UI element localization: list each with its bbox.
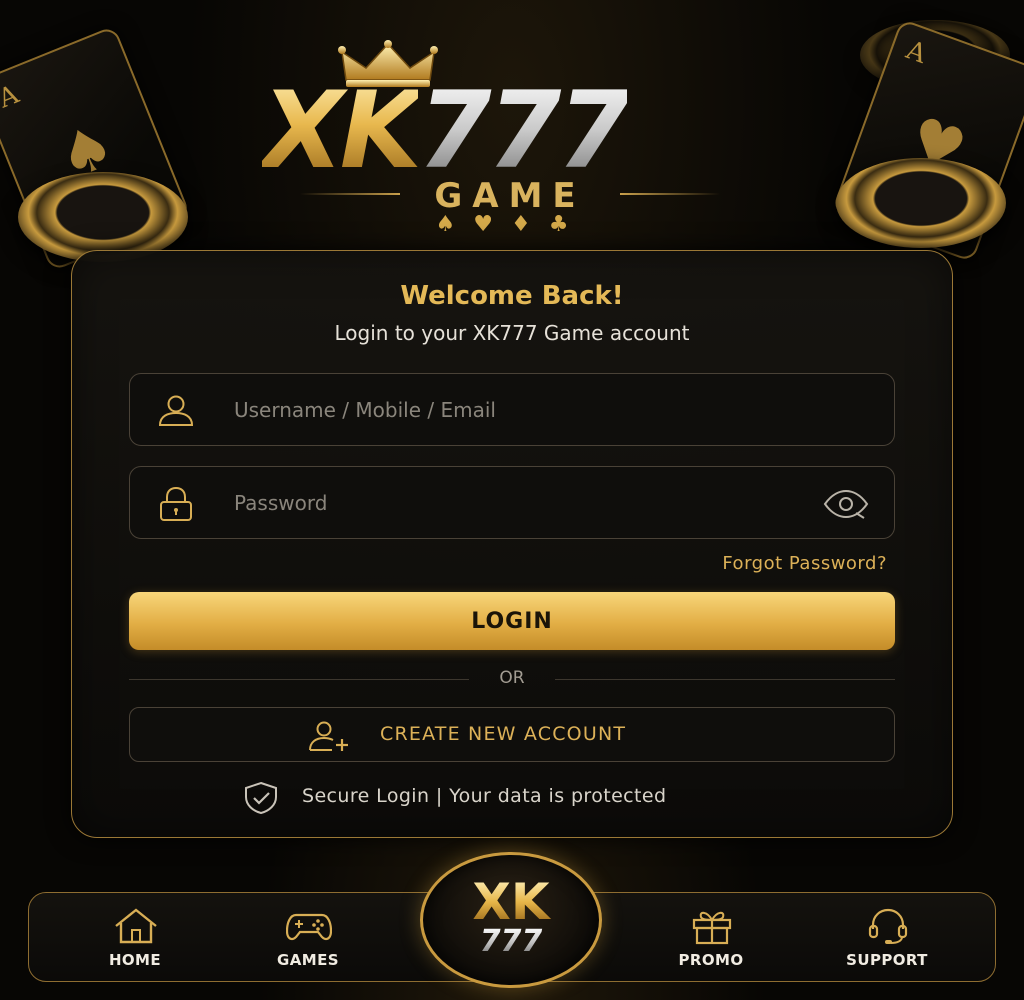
secure-login-text: Secure Login | Your data is protected — [302, 785, 667, 807]
login-button[interactable]: LOGIN — [129, 592, 895, 650]
or-label: OR — [499, 668, 525, 688]
lock-icon — [160, 487, 192, 521]
or-divider: OR — [129, 667, 895, 691]
create-account-button[interactable]: CREATE NEW ACCOUNT — [129, 707, 895, 762]
username-input[interactable] — [234, 398, 814, 422]
add-user-icon — [309, 721, 348, 751]
eye-slash-icon[interactable] — [822, 489, 870, 519]
nav-center-logo-button[interactable]: XK 777 — [420, 852, 602, 988]
headset-icon — [868, 908, 908, 944]
page-subtitle: Login to your XK777 Game account — [334, 321, 690, 345]
card-suits-icon: ♠♥♦♣ — [435, 212, 587, 237]
nav-label-games: GAMES — [277, 951, 339, 969]
user-icon — [158, 395, 194, 426]
nav-label-promo: PROMO — [678, 951, 744, 969]
secure-login-note: Secure Login | Your data is protected — [242, 781, 802, 815]
nav-item-promo[interactable]: PROMO — [651, 893, 771, 983]
username-field[interactable] — [129, 373, 895, 446]
password-input[interactable] — [234, 491, 814, 515]
logo-777: 777 — [417, 69, 631, 192]
gift-icon — [692, 911, 732, 945]
login-panel: Welcome Back! Login to your XK777 Game a… — [71, 250, 953, 838]
center-logo-xk: XK — [423, 877, 599, 927]
divider — [555, 679, 895, 680]
nav-item-games[interactable]: GAMES — [248, 893, 368, 983]
home-icon — [115, 908, 157, 944]
shield-check-icon — [245, 781, 277, 815]
nav-item-support[interactable]: SUPPORT — [827, 893, 947, 983]
forgot-password-link[interactable]: Forgot Password? — [722, 553, 887, 574]
card-rank: A — [0, 79, 24, 115]
password-field[interactable] — [129, 466, 895, 539]
background-chip — [18, 172, 188, 262]
background-chip — [836, 158, 1006, 248]
brand-logo: XK777 — [262, 78, 631, 184]
center-logo-777: 777 — [423, 927, 599, 957]
page-title: Welcome Back! — [400, 281, 624, 311]
nav-label-support: SUPPORT — [846, 951, 928, 969]
create-account-label: CREATE NEW ACCOUNT — [380, 723, 627, 745]
logo-xk: XK — [262, 69, 422, 192]
divider — [620, 193, 720, 195]
nav-label-home: HOME — [108, 951, 162, 969]
login-screen: A ♠ A ♥ XK777 GAME ♠♥♦♣ Welcome Back! Lo… — [0, 0, 1024, 1000]
gamepad-icon — [286, 913, 332, 941]
nav-item-home[interactable]: HOME — [75, 893, 195, 983]
logo-subtitle: GAME — [434, 176, 586, 216]
card-rank: A — [902, 35, 931, 70]
logo-subtitle-row: GAME — [300, 176, 720, 216]
